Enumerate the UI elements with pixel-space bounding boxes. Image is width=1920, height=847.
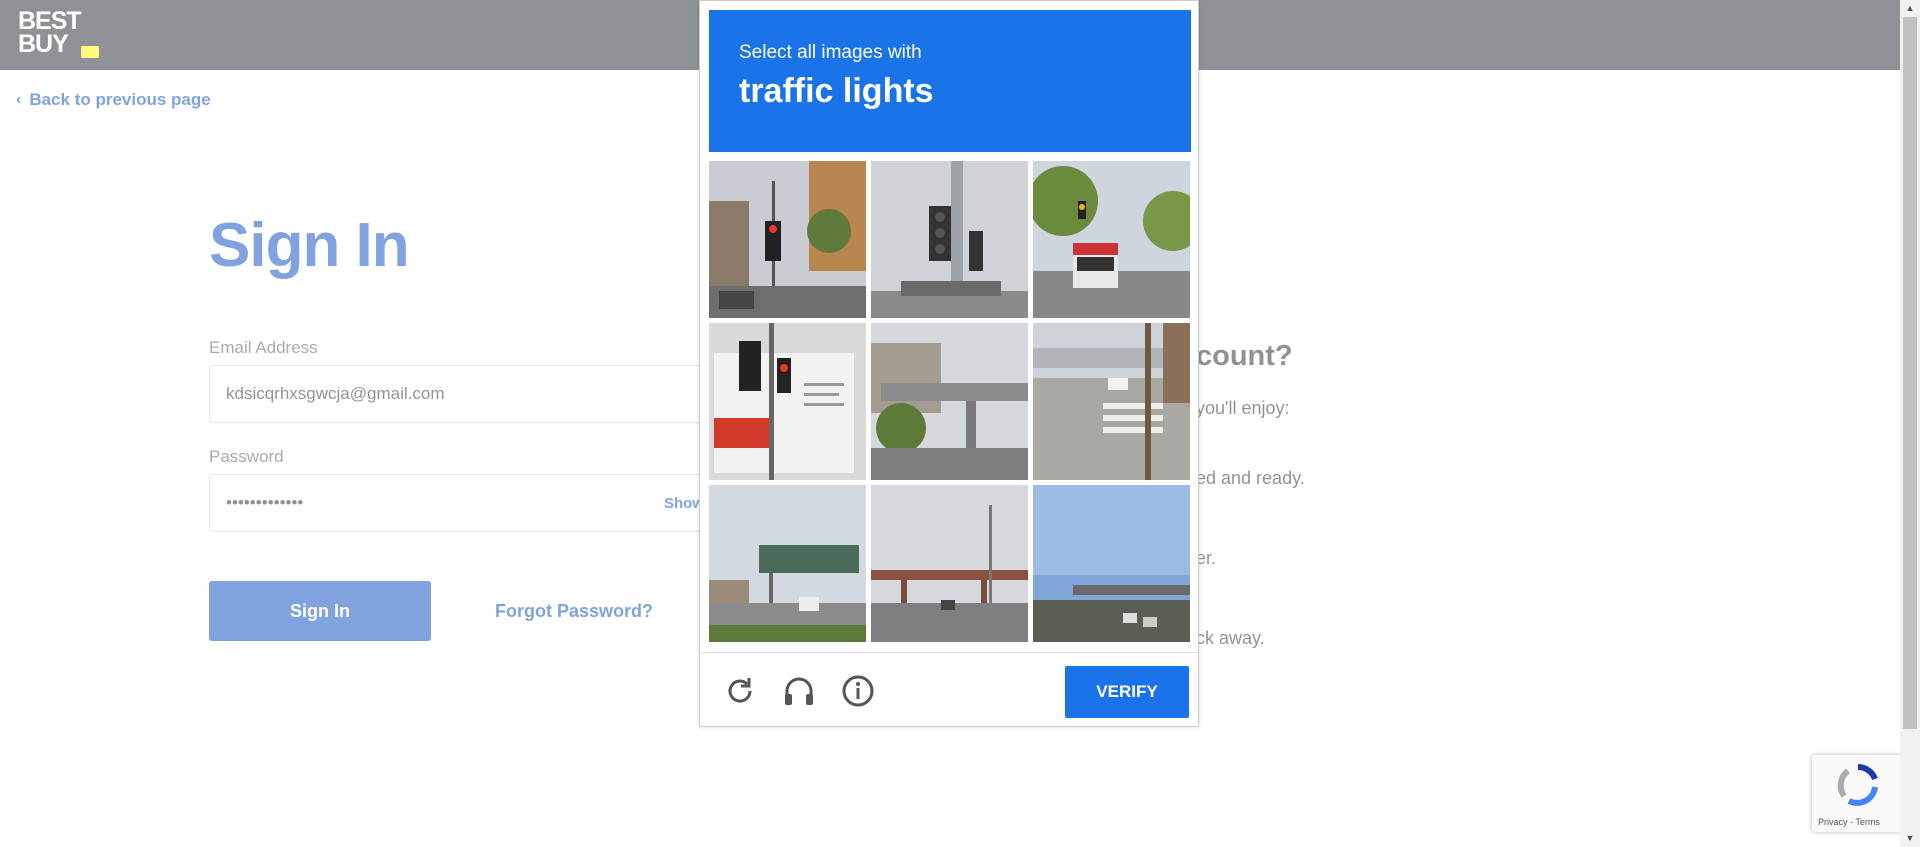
- captcha-image-grid: [709, 161, 1191, 643]
- captcha-tile-9[interactable]: [1033, 485, 1190, 642]
- traffic-light-street-image: [709, 161, 866, 318]
- scrollbar[interactable]: ▲ ▼: [1900, 0, 1920, 847]
- scroll-down-icon[interactable]: ▼: [1900, 830, 1920, 847]
- captcha-target-object: traffic lights: [739, 72, 934, 110]
- captcha-header: Select all images with traffic lights: [709, 10, 1191, 152]
- intersection-image: [1033, 323, 1190, 480]
- sky-overpass-image: [1033, 485, 1190, 642]
- overpass-image: [871, 323, 1028, 480]
- captcha-tile-2[interactable]: [871, 161, 1028, 318]
- scroll-up-icon[interactable]: ▲: [1900, 0, 1920, 17]
- captcha-tile-3[interactable]: [1033, 161, 1190, 318]
- captcha-footer: VERIFY: [700, 652, 1198, 728]
- info-icon[interactable]: [841, 674, 875, 708]
- traffic-light-sign-image: [709, 323, 866, 480]
- highway-sign-image: [709, 485, 866, 642]
- scroll-thumb[interactable]: [1903, 17, 1917, 729]
- bridge-road-image: [871, 485, 1028, 642]
- bus-street-image: [1033, 161, 1190, 318]
- headphones-icon[interactable]: [782, 674, 816, 708]
- captcha-challenge: Select all images with traffic lights VE…: [699, 0, 1199, 727]
- recaptcha-badge[interactable]: Privacy - Terms: [1812, 755, 1902, 832]
- captcha-tile-4[interactable]: [709, 323, 866, 480]
- traffic-light-closeup-image: [871, 161, 1028, 318]
- captcha-tile-1[interactable]: [709, 161, 866, 318]
- captcha-instruction: Select all images with: [739, 42, 922, 63]
- recaptcha-logo-icon: [1837, 763, 1878, 806]
- captcha-tile-6[interactable]: [1033, 323, 1190, 480]
- captcha-tile-7[interactable]: [709, 485, 866, 642]
- captcha-tile-5[interactable]: [871, 323, 1028, 480]
- verify-button[interactable]: VERIFY: [1065, 666, 1189, 718]
- captcha-tile-8[interactable]: [871, 485, 1028, 642]
- reload-icon[interactable]: [723, 674, 757, 708]
- recaptcha-terms: Privacy - Terms: [1818, 817, 1880, 827]
